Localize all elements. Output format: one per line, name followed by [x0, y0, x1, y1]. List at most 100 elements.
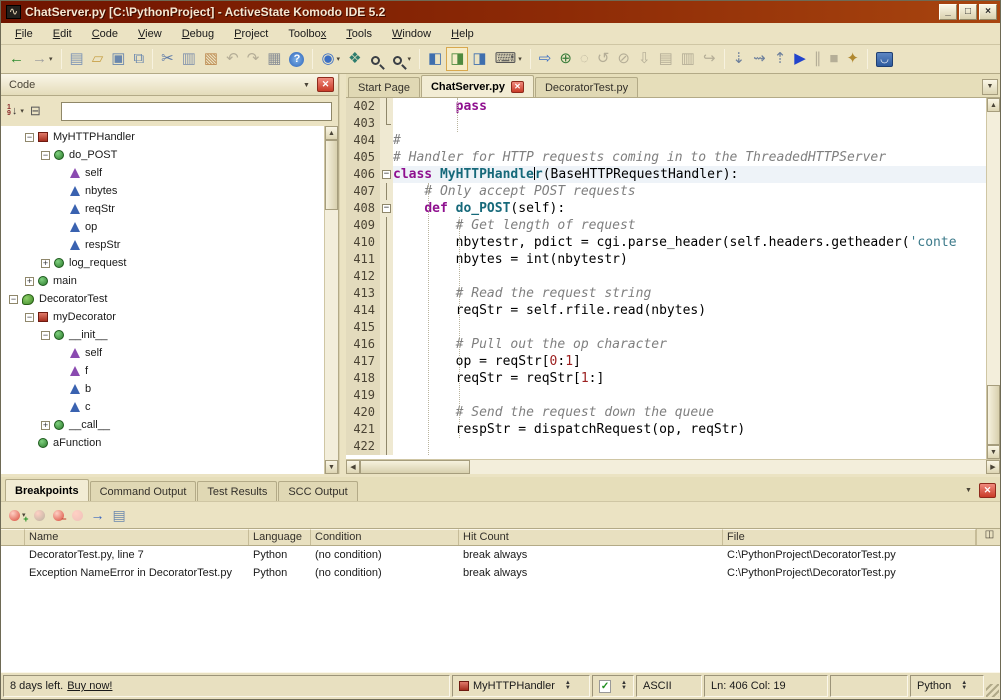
menu-toolbox[interactable]: Toolbox — [278, 25, 336, 43]
column-header-Language[interactable]: Language — [249, 529, 311, 545]
tab-command-output[interactable]: Command Output — [90, 481, 197, 501]
code-line-419[interactable]: 419 — [346, 387, 986, 404]
code-line-421[interactable]: 421 respStr = dispatchRequest(op, reqStr… — [346, 421, 986, 438]
dropdown-caret[interactable]: ▾ — [337, 55, 341, 63]
line-number[interactable]: 418 — [346, 370, 380, 387]
find-button[interactable] — [366, 47, 388, 71]
column-header-Condition[interactable]: Condition — [311, 529, 459, 545]
line-number[interactable]: 405 — [346, 149, 380, 166]
dropdown-caret[interactable]: ▾ — [518, 55, 522, 63]
column-header-icon[interactable] — [1, 529, 25, 545]
disable-breakpoint-button[interactable] — [34, 510, 45, 521]
tree-item-reqStr[interactable]: reqStr — [1, 200, 324, 218]
scc-edit-button[interactable]: ⇨ — [535, 47, 556, 71]
preview-in-browser-button[interactable]: ◉▾ — [317, 47, 344, 71]
plus-expander[interactable]: + — [25, 277, 34, 286]
menu-tools[interactable]: Tools — [336, 25, 382, 43]
fold-margin[interactable] — [380, 336, 393, 353]
line-number[interactable]: 408 — [346, 200, 380, 217]
status-syntax-status[interactable]: ✓▲▼ — [592, 675, 634, 697]
code-line-418[interactable]: 418 reqStr = reqStr[1:] — [346, 370, 986, 387]
line-number[interactable]: 419 — [346, 387, 380, 404]
tree-item-self[interactable]: self — [1, 164, 324, 182]
tree-item-MyHTTPHandler[interactable]: −MyHTTPHandler — [1, 128, 324, 146]
scc-diff-button[interactable]: ▤ — [655, 47, 677, 71]
tree-item-f[interactable]: f — [1, 362, 324, 380]
menu-window[interactable]: Window — [382, 25, 441, 43]
dropdown-caret[interactable]: ▾ — [20, 107, 24, 115]
fold-margin[interactable] — [380, 149, 393, 166]
menu-file[interactable]: File — [5, 25, 43, 43]
line-number[interactable]: 406 — [346, 166, 380, 183]
scc-delete-button[interactable]: ⊘ — [613, 47, 634, 71]
tab-Start Page[interactable]: Start Page — [348, 77, 420, 97]
dropdown-caret[interactable]: ▾ — [49, 55, 53, 63]
fold-margin[interactable] — [380, 268, 393, 285]
scroll-thumb[interactable] — [325, 140, 338, 210]
panel-close-button[interactable]: ✕ — [979, 483, 996, 498]
status-cursor-position[interactable]: Ln: 406 Col: 19 — [704, 675, 828, 697]
code-line-422[interactable]: 422 — [346, 438, 986, 455]
toolbox-button[interactable]: ◡ — [872, 47, 897, 71]
print-button[interactable]: ▦ — [263, 47, 285, 71]
scroll-up-button[interactable]: ▲ — [987, 98, 1000, 112]
tree-item-__init__[interactable]: −__init__ — [1, 326, 324, 344]
tree-item-log_request[interactable]: +log_request — [1, 254, 324, 272]
scroll-down-button[interactable]: ▼ — [325, 460, 338, 474]
copy-button[interactable]: ▥ — [178, 47, 200, 71]
fold-margin[interactable] — [380, 285, 393, 302]
stop-button[interactable]: ■ — [825, 47, 842, 71]
forward-button[interactable]: →▾ — [28, 47, 57, 71]
go-to-source-button[interactable]: → — [91, 507, 105, 523]
line-number[interactable]: 414 — [346, 302, 380, 319]
fold-margin[interactable] — [380, 217, 393, 234]
step-in-button[interactable]: ⇣ — [729, 47, 750, 71]
status-language[interactable]: Python▲▼ — [910, 675, 984, 697]
code-line-406[interactable]: 406−class MyHTTPHandler(BaseHTTPRequestH… — [346, 166, 986, 183]
code-line-408[interactable]: 408− def do_POST(self): — [346, 200, 986, 217]
tree-item-aFunction[interactable]: aFunction — [1, 434, 324, 452]
back-button[interactable]: ← — [5, 47, 28, 71]
dropdown-caret[interactable]: ▾ — [408, 55, 412, 63]
menu-edit[interactable]: Edit — [43, 25, 82, 43]
fold-margin[interactable]: − — [380, 166, 393, 183]
menu-project[interactable]: Project — [224, 25, 278, 43]
code-line-415[interactable]: 415 — [346, 319, 986, 336]
macro-record-button[interactable]: ⌨▾ — [491, 47, 526, 71]
fold-margin[interactable] — [380, 115, 393, 132]
code-line-411[interactable]: 411 nbytes = int(nbytestr) — [346, 251, 986, 268]
panel-close-button[interactable]: ✕ — [317, 77, 334, 92]
line-number[interactable]: 410 — [346, 234, 380, 251]
fold-margin[interactable] — [380, 438, 393, 455]
save-button[interactable]: ▣ — [107, 47, 129, 71]
code-filter-input[interactable] — [61, 102, 332, 121]
status-extra[interactable] — [830, 675, 908, 697]
line-number[interactable]: 421 — [346, 421, 380, 438]
minimize-button[interactable]: _ — [939, 4, 957, 20]
fold-margin[interactable] — [380, 370, 393, 387]
line-number[interactable]: 416 — [346, 336, 380, 353]
code-line-413[interactable]: 413 # Read the request string — [346, 285, 986, 302]
tab-breakpoints[interactable]: Breakpoints — [5, 479, 89, 501]
code-line-412[interactable]: 412 — [346, 268, 986, 285]
toggle-right-pane-button[interactable]: ◨ — [468, 47, 490, 71]
tree-item-nbytes[interactable]: nbytes — [1, 182, 324, 200]
spinner-arrows-icon[interactable]: ▲▼ — [565, 681, 571, 691]
line-number[interactable]: 415 — [346, 319, 380, 336]
column-header-File[interactable]: File — [723, 529, 976, 545]
menu-view[interactable]: View — [128, 25, 172, 43]
fold-margin[interactable] — [380, 404, 393, 421]
plus-expander[interactable]: + — [41, 421, 50, 430]
tree-item-self[interactable]: self — [1, 344, 324, 362]
resize-grip[interactable] — [986, 684, 999, 697]
fold-margin[interactable] — [380, 319, 393, 336]
new-breakpoint-button[interactable]: +▾ — [9, 510, 26, 521]
tree-item-myDecorator[interactable]: −myDecorator — [1, 308, 324, 326]
maximize-button[interactable]: □ — [959, 4, 977, 20]
tab-ChatServer.py[interactable]: ChatServer.py✕ — [421, 75, 534, 97]
panel-menu-button[interactable]: ▼ — [299, 78, 314, 92]
comment-region-button[interactable]: ❖ — [344, 47, 365, 71]
spinner-arrows-icon[interactable]: ▲▼ — [621, 681, 627, 691]
sort-order-button[interactable]: 19 ↓ ▾ — [7, 105, 24, 117]
scroll-up-button[interactable]: ▲ — [325, 126, 338, 140]
